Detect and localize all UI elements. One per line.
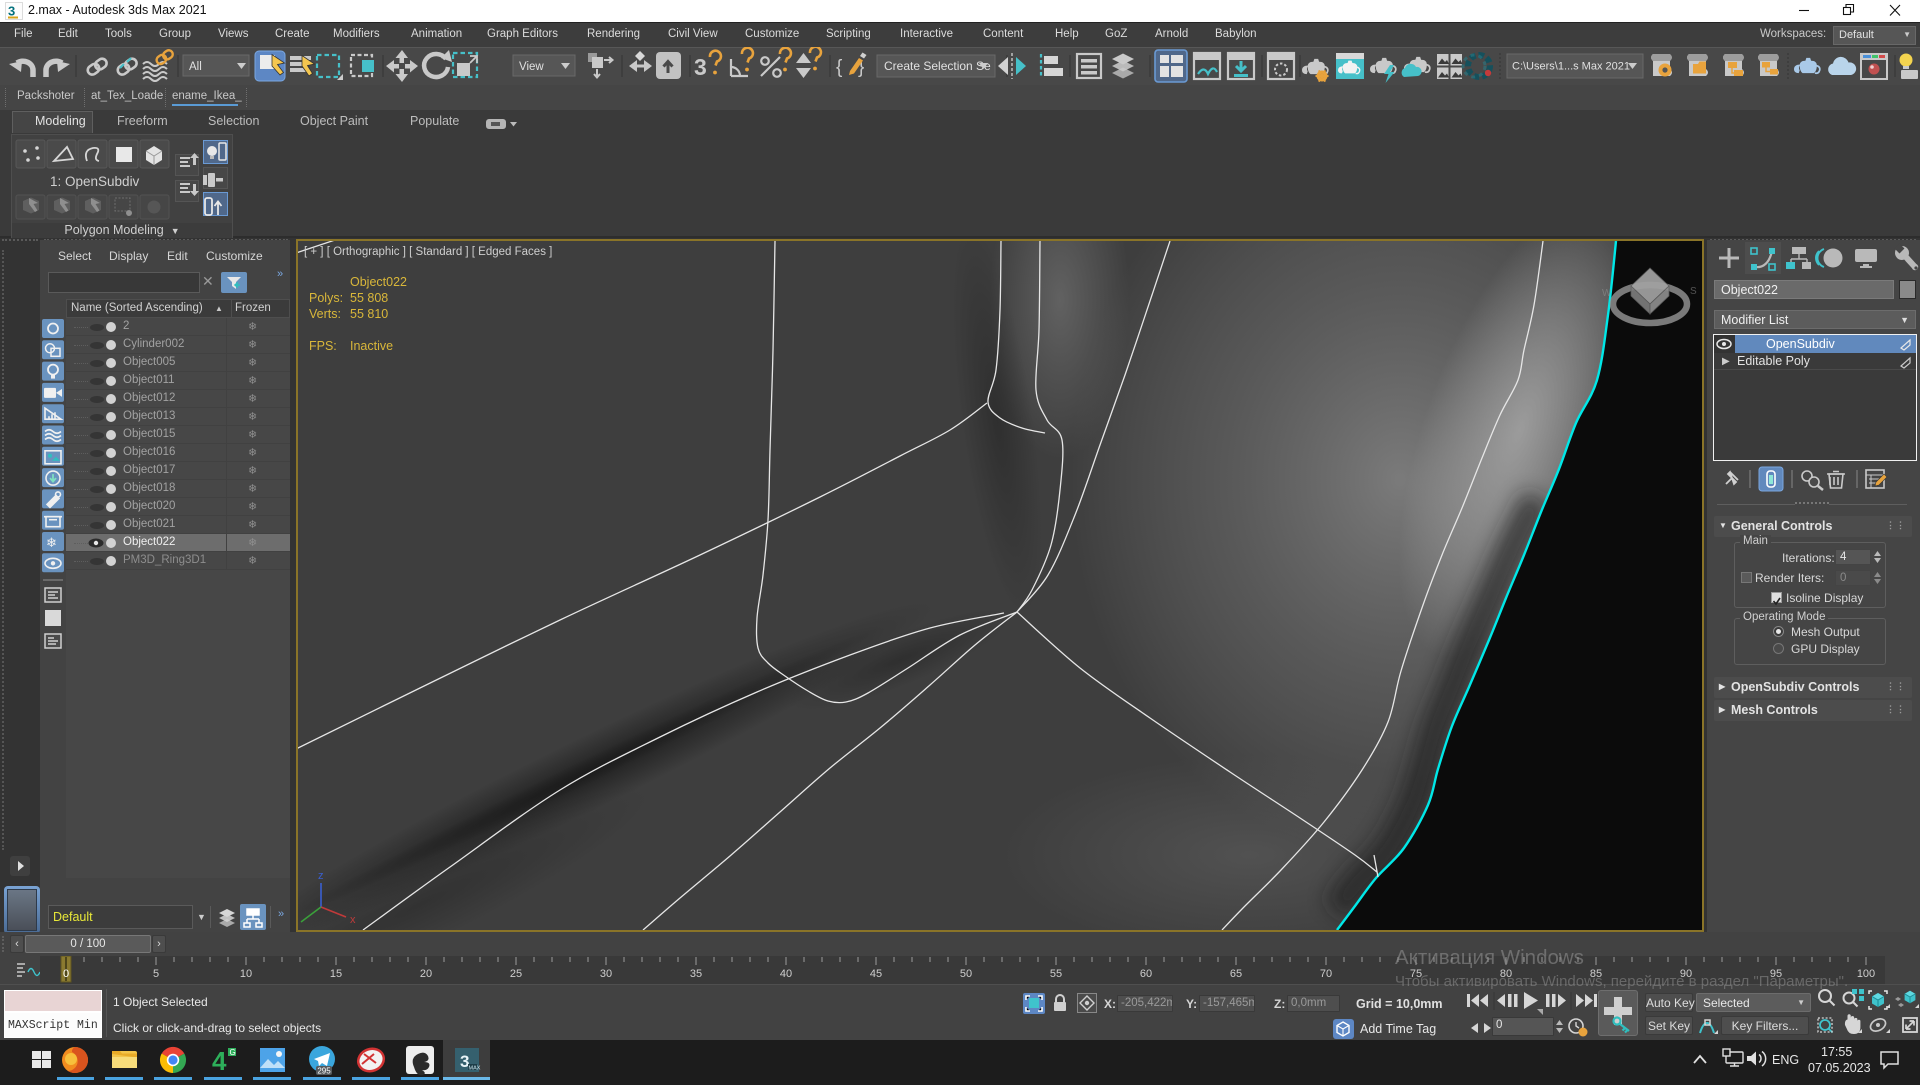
svg-text:{: { xyxy=(836,57,843,78)
svg-text:z: z xyxy=(318,870,324,882)
svg-text:x: x xyxy=(350,914,356,926)
svg-text:View: View xyxy=(519,61,544,73)
svg-text:55 808: 55 808 xyxy=(350,291,388,305)
svg-text:MAX: MAX xyxy=(469,1066,481,1072)
svg-text:70: 70 xyxy=(1320,968,1332,980)
svg-text:G: G xyxy=(230,1048,236,1057)
svg-text:60: 60 xyxy=(1140,968,1152,980)
svg-text:55: 55 xyxy=(1050,968,1062,980)
svg-text:ENG: ENG xyxy=(1772,1053,1799,1067)
svg-text:15: 15 xyxy=(330,968,342,980)
svg-text:55 810: 55 810 xyxy=(350,307,388,321)
svg-text:20: 20 xyxy=(420,968,432,980)
svg-text:4: 4 xyxy=(212,1046,227,1076)
svg-text:Create Selection Se: Create Selection Se xyxy=(884,59,991,73)
svg-text:Inactive: Inactive xyxy=(350,339,393,353)
svg-text:10: 10 xyxy=(240,968,252,980)
svg-text:17:55: 17:55 xyxy=(1821,1045,1852,1059)
svg-text:3: 3 xyxy=(8,4,15,19)
svg-text:S: S xyxy=(1690,286,1697,297)
svg-text:3: 3 xyxy=(694,54,707,80)
svg-text:FPS:: FPS: xyxy=(309,339,337,353)
svg-text:25: 25 xyxy=(510,968,522,980)
svg-text:295: 295 xyxy=(317,1067,331,1076)
svg-text:❄: ❄ xyxy=(46,535,57,550)
svg-text:C:\Users\1...s Max 2021: C:\Users\1...s Max 2021 xyxy=(1512,61,1630,73)
svg-text:50: 50 xyxy=(960,968,972,980)
svg-text:5: 5 xyxy=(153,968,159,980)
svg-text:30: 30 xyxy=(600,968,612,980)
svg-text:07.05.2023: 07.05.2023 xyxy=(1808,1061,1871,1075)
svg-text:Object022: Object022 xyxy=(350,275,407,289)
svg-text:0: 0 xyxy=(63,968,69,980)
svg-text:45: 45 xyxy=(870,968,882,980)
svg-text:40: 40 xyxy=(780,968,792,980)
svg-text:All: All xyxy=(189,61,202,73)
svg-text:100: 100 xyxy=(1857,968,1875,980)
svg-text:35: 35 xyxy=(690,968,702,980)
svg-text:Polys:: Polys: xyxy=(309,291,343,305)
svg-text:65: 65 xyxy=(1230,968,1242,980)
svg-text:W: W xyxy=(1602,288,1612,299)
svg-text:Verts:: Verts: xyxy=(309,307,341,321)
svg-text:[ + ] [ Orthographic ] [ Stand: [ + ] [ Orthographic ] [ Standard ] [ Ed… xyxy=(304,246,552,258)
